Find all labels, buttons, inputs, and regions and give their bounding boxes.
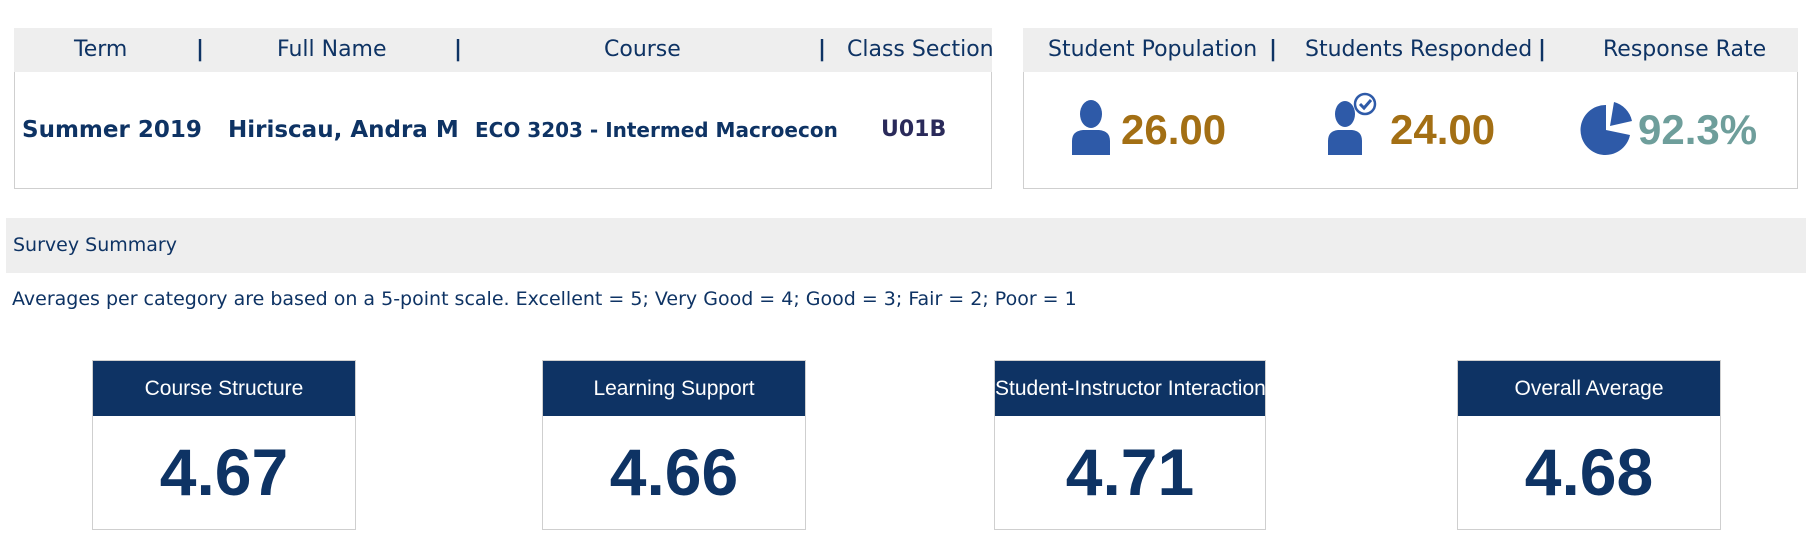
student-population-header: Student Population — [1048, 37, 1258, 62]
students-responded-header: Students Responded — [1305, 37, 1533, 62]
students-responded-value: 24.00 — [1390, 106, 1496, 153]
response-rate-header: Response Rate — [1603, 37, 1767, 62]
person-icon — [1072, 100, 1110, 155]
category-label: Course Structure — [93, 361, 355, 416]
category-label: Overall Average — [1458, 361, 1720, 416]
category-score: 4.66 — [609, 435, 739, 509]
response-stats-header: Student Population | Students Responded … — [1023, 28, 1798, 72]
response-rate-value: 92.3% — [1638, 106, 1758, 153]
course-info-values: Summer 2019 Hiriscau, Andra M ECO 3203 -… — [14, 72, 992, 189]
category-card-learning-support: Learning Support 4.66 — [542, 360, 806, 530]
class-section-header: Class Section — [847, 37, 994, 62]
pie-chart-icon — [1580, 102, 1632, 155]
student-population-value: 26.00 — [1121, 106, 1227, 153]
category-label: Student-Instructor Interaction — [995, 361, 1266, 416]
category-card-student-instructor-interaction: Student-Instructor Interaction 4.71 — [994, 360, 1266, 530]
category-score: 4.67 — [159, 435, 289, 509]
response-stats-values: 26.00 24.00 92.3% — [1023, 72, 1798, 189]
full-name-value: Hiriscau, Andra M — [228, 117, 459, 143]
category-card-overall-average: Overall Average 4.68 — [1457, 360, 1721, 530]
person-check-icon — [1328, 92, 1377, 155]
class-section-value: U01B — [881, 117, 947, 142]
scale-note: Averages per category are based on a 5-p… — [12, 288, 1077, 310]
survey-summary-title: Survey Summary — [13, 234, 177, 256]
separator: | — [454, 37, 463, 62]
course-info-header: Term | Full Name | Course | Class Sectio… — [14, 28, 994, 72]
category-card-course-structure: Course Structure 4.67 — [92, 360, 356, 530]
separator: | — [196, 37, 205, 62]
separator: | — [818, 37, 827, 62]
survey-summary-bar: Survey Summary — [6, 218, 1806, 273]
category-score: 4.68 — [1524, 435, 1654, 509]
course-value: ECO 3203 - Intermed Macroecon — [475, 118, 838, 142]
term-header: Term — [74, 37, 128, 62]
term-value: Summer 2019 — [22, 117, 202, 143]
course-info-panel: Term | Full Name | Course | Class Sectio… — [14, 28, 994, 189]
separator: | — [1269, 37, 1278, 62]
full-name-header: Full Name — [277, 37, 387, 62]
course-header: Course — [604, 37, 681, 62]
response-stats-panel: Student Population | Students Responded … — [1023, 28, 1798, 189]
category-score: 4.71 — [1065, 435, 1195, 509]
separator: | — [1538, 37, 1547, 62]
category-label: Learning Support — [543, 361, 805, 416]
